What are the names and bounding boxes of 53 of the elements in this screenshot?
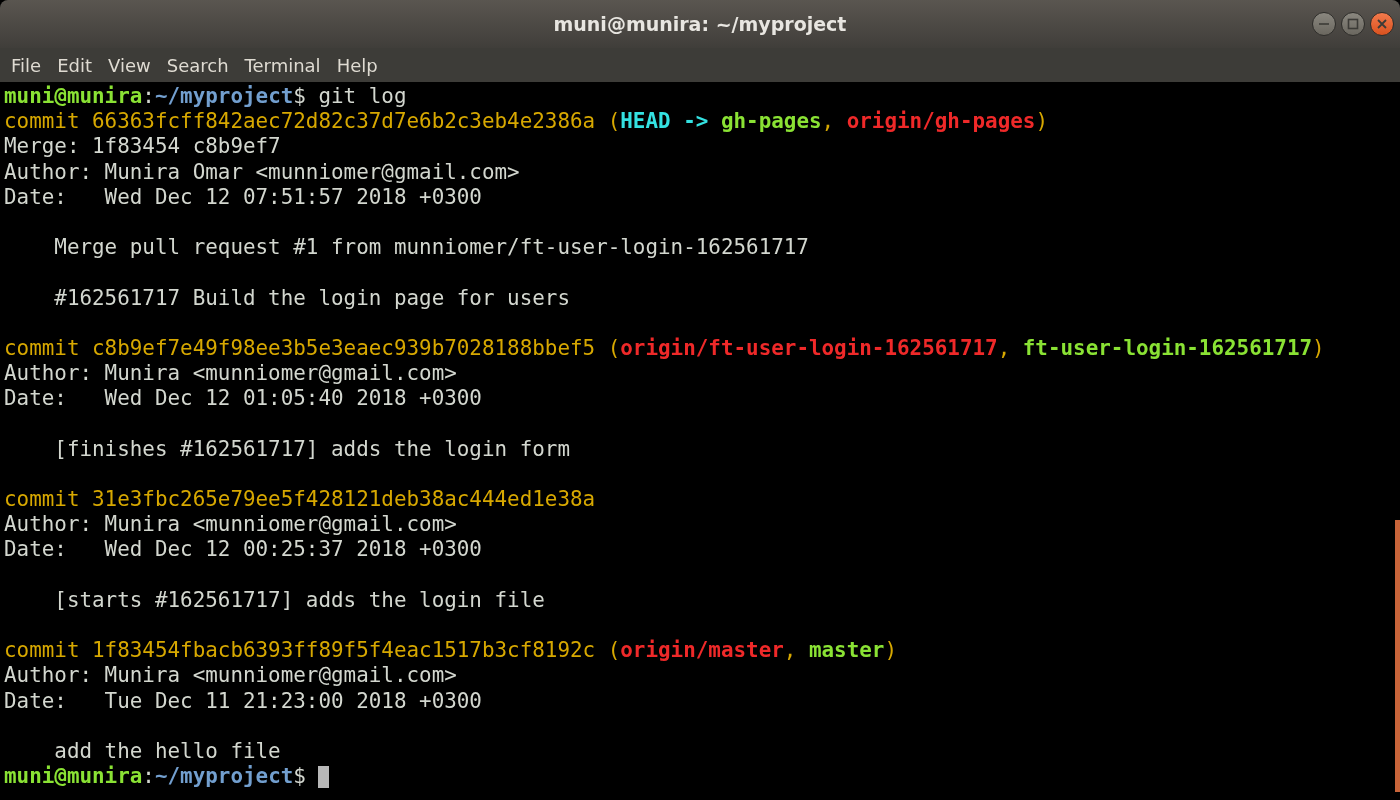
terminal-text: : (142, 764, 155, 790)
terminal-text: Date: Wed Dec 12 00:25:37 2018 +0300 (4, 537, 482, 563)
minimize-button[interactable] (1312, 12, 1336, 36)
commit-hash: commit c8b9ef7e49f98ee3b5e3eaec939b7028188bbef5 ( (4, 335, 621, 362)
terminal-text: Author: Munira <munniomer@gmail.com> (4, 663, 457, 689)
terminal-text: [starts #162561717] adds the login file (53, 587, 545, 613)
prompt-path: ~/myproject (154, 84, 294, 110)
remote-branch-label: origin/ft-user-login-162561717 (620, 335, 998, 362)
close-icon (1375, 17, 1389, 31)
commit-hash: commit 1f83454fbacb6393ff89f5f4eac1517b3cf8192c ( (4, 638, 621, 664)
commit-hash: commit 66363fcff842aec72d82c37d7e6b2c3eb4e2386a ( (4, 109, 621, 135)
commit-hash: commit 31e3fbc265e79ee5f428121deb38ac444ed1e38a (4, 487, 596, 513)
commit-hash: ) (884, 638, 897, 664)
terminal-text: Date: Wed Dec 12 01:05:40 2018 +0300 (4, 386, 482, 412)
menu-item[interactable]: Edit (49, 54, 100, 76)
terminal-text: Date: Wed Dec 12 07:51:57 2018 +0300 (4, 184, 482, 210)
terminal-text: add the hello file (53, 738, 281, 765)
menu-item[interactable]: View (100, 54, 159, 76)
menu-item[interactable]: Terminal (236, 54, 329, 76)
commit-hash: ) (1035, 109, 1048, 135)
window-title: muni@munira: ~/myproject (553, 13, 847, 35)
branch-label: gh-pages (720, 109, 822, 135)
menu-item[interactable]: Search (158, 54, 237, 76)
prompt-path: ~/myproject (154, 764, 294, 790)
close-button[interactable] (1370, 12, 1394, 36)
head-label: HEAD -> (620, 109, 710, 135)
prompt-user: muni@munira (4, 764, 143, 790)
remote-branch-label: origin/gh-pages (846, 109, 1036, 135)
terminal-text: Merge: 1f83454 c8b9ef7 (4, 134, 281, 160)
terminal-text: $ (293, 764, 307, 790)
commit-hash: , (783, 638, 798, 664)
menu-item[interactable]: Help (328, 54, 386, 76)
terminal-text: Date: Tue Dec 11 21:23:00 2018 +0300 (4, 688, 482, 714)
terminal-text: Author: Munira Omar <munniomer@gmail.com> (4, 159, 520, 185)
menu-item[interactable]: File (3, 54, 50, 76)
terminal-text: $ git log (293, 84, 407, 110)
maximize-button[interactable] (1341, 12, 1365, 36)
terminal-text: : (142, 84, 155, 110)
terminal-text: #162561717 Build the login page for users (53, 285, 570, 311)
terminal-text: [finishes #162561717] adds the login form (53, 436, 570, 462)
remote-branch-label: origin/master (620, 638, 784, 664)
branch-label: master (808, 638, 885, 664)
terminal-text: Author: Munira <munniomer@gmail.com> (4, 512, 457, 538)
commit-hash: , (997, 335, 1012, 362)
maximize-icon (1346, 17, 1360, 31)
prompt-user: muni@munira (4, 84, 143, 110)
terminal-text: Author: Munira <munniomer@gmail.com> (4, 361, 457, 387)
text-cursor (318, 765, 330, 788)
commit-hash: ) (1312, 335, 1325, 362)
commit-hash: , (821, 109, 836, 135)
terminal-text: Merge pull request #1 from munniomer/ft-user-login-162561717 (53, 235, 809, 261)
branch-label: ft-user-login-162561717 (1022, 335, 1313, 362)
scrollbar[interactable] (1395, 520, 1400, 792)
